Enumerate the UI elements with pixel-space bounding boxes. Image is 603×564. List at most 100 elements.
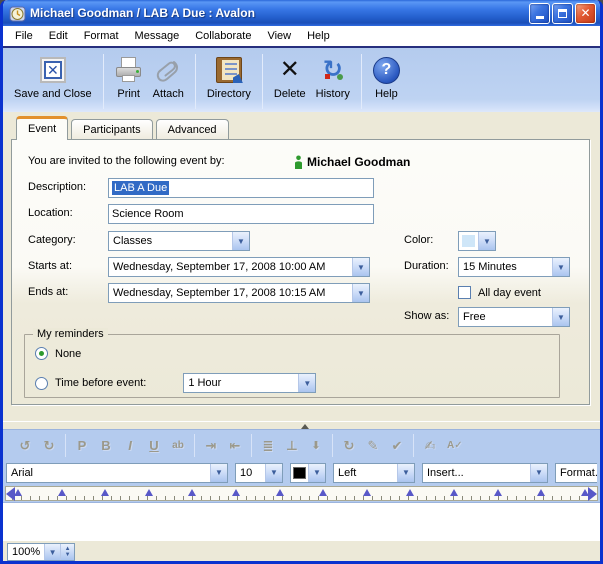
printer-icon — [115, 57, 143, 83]
chevron-down-icon[interactable]: ▼ — [552, 258, 569, 276]
redo-icon[interactable]: ↻ — [42, 438, 56, 454]
delete-button[interactable]: ✕ Delete — [269, 51, 311, 102]
maximize-button[interactable] — [552, 3, 573, 24]
revert-format-icon[interactable]: ↻ — [342, 438, 356, 454]
color-select[interactable]: ▼ — [458, 231, 496, 251]
tab-stop-marker[interactable] — [450, 489, 458, 496]
event-color-swatch — [462, 235, 475, 247]
reminder-time-radio[interactable] — [35, 377, 48, 390]
close-button[interactable]: ✕ — [575, 3, 596, 24]
insert-select[interactable]: Insert... ▼ — [422, 463, 548, 483]
reminder-none-radio[interactable] — [35, 347, 48, 360]
tab-stop-marker[interactable] — [101, 489, 109, 496]
chevron-down-icon[interactable]: ▼ — [265, 464, 282, 482]
my-reminders-group: My reminders None Time before event: 1 H… — [24, 334, 560, 398]
chevron-down-icon[interactable]: ▼ — [530, 464, 547, 482]
font-size-select[interactable]: 10 ▼ — [235, 463, 283, 483]
tab-stop-marker[interactable] — [406, 489, 414, 496]
history-button[interactable]: ↻ History — [311, 51, 355, 102]
font-family-select[interactable]: Arial ▼ — [6, 463, 228, 483]
location-input[interactable]: Science Room — [108, 204, 374, 224]
chevron-down-icon[interactable]: ▼ — [478, 232, 495, 250]
zoom-spinner[interactable]: ▲▼ — [60, 544, 74, 560]
menu-view[interactable]: View — [259, 28, 299, 44]
attach-button[interactable]: Attach — [148, 51, 189, 102]
chevron-down-icon[interactable]: ▼ — [298, 374, 315, 392]
paragraph-spacing-icon[interactable]: ⊥ — [285, 438, 299, 454]
toolbar-divider — [262, 54, 263, 109]
chevron-down-icon[interactable]: ▼ — [352, 284, 369, 302]
tab-participants[interactable]: Participants — [71, 119, 152, 139]
indent-increase-icon[interactable]: ⇥ — [204, 438, 218, 454]
menu-format[interactable]: Format — [76, 28, 127, 44]
reminder-time-select[interactable]: 1 Hour ▼ — [183, 373, 316, 393]
category-select[interactable]: Classes ▼ — [108, 231, 250, 251]
signature-icon[interactable]: ✍ — [423, 438, 437, 454]
menu-message[interactable]: Message — [127, 28, 188, 44]
chevron-down-icon[interactable]: ▼ — [210, 464, 227, 482]
pen-icon[interactable]: ✎ — [366, 438, 380, 454]
underline-icon[interactable]: U — [147, 438, 161, 453]
category-value: Classes — [109, 232, 232, 250]
plain-text-icon[interactable]: P — [75, 438, 89, 453]
line-spacing-icon[interactable]: ≣ — [261, 438, 275, 454]
right-margin-marker[interactable] — [588, 487, 597, 501]
menu-collaborate[interactable]: Collaborate — [187, 28, 259, 44]
print-button[interactable]: Print — [110, 51, 148, 102]
font-family-value: Arial — [7, 464, 210, 482]
indent-decrease-icon[interactable]: ⇤ — [228, 438, 242, 454]
minimize-button[interactable] — [529, 3, 550, 24]
chevron-down-icon[interactable]: ▼ — [308, 464, 325, 482]
chevron-down-icon[interactable]: ▼ — [352, 258, 369, 276]
menu-edit[interactable]: Edit — [41, 28, 76, 44]
show-as-select[interactable]: Free ▼ — [458, 307, 570, 327]
directory-button[interactable]: Directory — [202, 51, 256, 102]
tab-stop-marker[interactable] — [319, 489, 327, 496]
tab-stop-marker[interactable] — [232, 489, 240, 496]
tab-stop-marker[interactable] — [58, 489, 66, 496]
description-input[interactable]: LAB A Due — [108, 178, 374, 198]
chevron-down-icon[interactable]: ▼ — [552, 308, 569, 326]
ends-at-select[interactable]: Wednesday, September 17, 2008 10:15 AM ▼ — [108, 283, 370, 303]
event-window: Michael Goodman / LAB A Due : Avalon ✕ F… — [0, 0, 603, 564]
align-select[interactable]: Left ▼ — [333, 463, 415, 483]
pane-splitter[interactable] — [3, 421, 600, 429]
move-down-icon[interactable]: ⬇ — [309, 439, 323, 452]
x-document-icon: ✕ — [40, 57, 66, 83]
message-body-area[interactable] — [3, 502, 600, 540]
approve-icon[interactable]: ✔ — [390, 438, 404, 454]
menu-file[interactable]: File — [7, 28, 41, 44]
italic-icon[interactable]: I — [123, 438, 137, 453]
bold-icon[interactable]: B — [99, 438, 113, 453]
starts-at-select[interactable]: Wednesday, September 17, 2008 10:00 AM ▼ — [108, 257, 370, 277]
help-button[interactable]: ? Help — [368, 51, 405, 102]
title-bar[interactable]: Michael Goodman / LAB A Due : Avalon ✕ — [3, 0, 600, 26]
tab-stop-marker[interactable] — [494, 489, 502, 496]
tab-stop-marker[interactable] — [145, 489, 153, 496]
tab-stop-marker[interactable] — [14, 489, 22, 496]
tab-stop-marker[interactable] — [188, 489, 196, 496]
duration-select[interactable]: 15 Minutes ▼ — [458, 257, 570, 277]
fixed-width-icon[interactable]: ab — [171, 440, 185, 451]
green-person-icon — [294, 155, 303, 169]
zoom-control[interactable]: 100% ▼ ▲▼ — [7, 543, 75, 561]
menu-help[interactable]: Help — [299, 28, 338, 44]
show-as-label: Show as: — [404, 310, 449, 322]
tab-advanced[interactable]: Advanced — [156, 119, 229, 139]
undo-icon[interactable]: ↺ — [18, 438, 32, 454]
font-bar: Arial ▼ 10 ▼ ▼ Left ▼ Insert... ▼ Format… — [3, 461, 600, 484]
show-as-value: Free — [459, 308, 552, 326]
ruler[interactable] — [5, 486, 598, 501]
spellcheck-icon[interactable]: A✓ — [447, 440, 463, 451]
tab-stop-marker[interactable] — [537, 489, 545, 496]
format-select[interactable]: Format... — [555, 463, 597, 483]
chevron-down-icon[interactable]: ▼ — [397, 464, 414, 482]
chevron-down-icon[interactable]: ▼ — [232, 232, 249, 250]
save-and-close-button[interactable]: ✕ Save and Close — [9, 51, 97, 102]
text-color-select[interactable]: ▼ — [290, 463, 326, 483]
tab-event[interactable]: Event — [16, 116, 68, 140]
chevron-down-icon[interactable]: ▼ — [44, 544, 60, 560]
tab-stop-marker[interactable] — [363, 489, 371, 496]
all-day-checkbox[interactable] — [458, 286, 471, 299]
tab-stop-marker[interactable] — [276, 489, 284, 496]
